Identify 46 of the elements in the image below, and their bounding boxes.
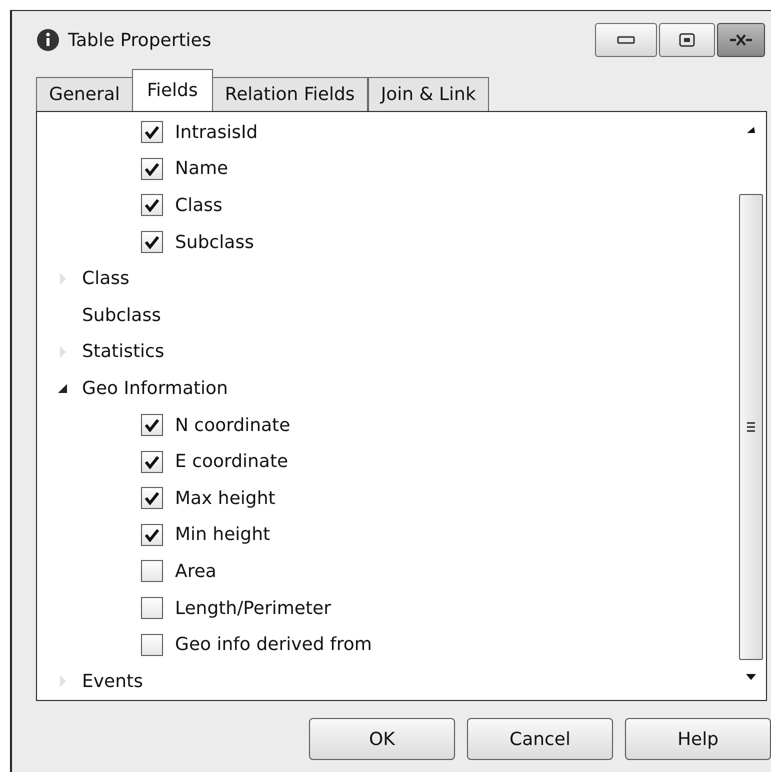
close-button[interactable] <box>717 23 765 57</box>
checkbox[interactable] <box>141 450 163 473</box>
tab[interactable]: Join & Link <box>368 77 489 111</box>
field-label: E coordinate <box>175 450 288 474</box>
checkbox[interactable] <box>141 597 163 620</box>
close-icon <box>730 33 752 47</box>
maximize-button[interactable] <box>659 23 715 57</box>
scroll-up-icon[interactable] <box>746 126 756 134</box>
dialog-button[interactable]: OK <box>309 718 455 760</box>
scroll-down-icon[interactable] <box>746 674 756 680</box>
checkbox[interactable] <box>141 487 163 510</box>
field-label: Subclass <box>175 230 254 255</box>
tab[interactable]: General <box>36 77 133 111</box>
tab[interactable]: Fields <box>132 69 213 111</box>
dialog-button[interactable]: Help <box>625 718 771 760</box>
tree-item[interactable]: Statistics <box>82 338 164 366</box>
checkbox[interactable] <box>141 414 163 436</box>
field-label: Length/Perimeter <box>175 596 331 621</box>
maximize-icon <box>679 33 695 47</box>
field-label: IntrasisId <box>175 120 258 145</box>
checkbox[interactable] <box>141 231 163 254</box>
field-label: Min height <box>175 523 270 548</box>
field-label: Class <box>175 194 222 218</box>
field-label: Max height <box>175 486 276 511</box>
minimize-icon <box>617 36 635 44</box>
window-title: Table Properties <box>68 28 212 52</box>
field-label: Area <box>175 560 216 584</box>
field-label: Geo info derived from <box>175 633 372 658</box>
tree-item[interactable]: Class <box>82 265 130 292</box>
grip-icon <box>747 422 755 432</box>
checkbox[interactable] <box>141 194 163 216</box>
tree-item[interactable]: Subclass <box>82 302 161 329</box>
minimize-button[interactable] <box>595 23 657 57</box>
checkbox[interactable] <box>141 121 163 144</box>
field-label: Name <box>175 157 228 182</box>
checkbox[interactable] <box>141 560 163 582</box>
checkbox[interactable] <box>141 158 163 180</box>
tree-item[interactable]: Geo Information <box>82 374 228 402</box>
tree-item[interactable]: Events <box>82 668 143 695</box>
info-icon <box>36 28 60 52</box>
checkbox[interactable] <box>141 524 163 546</box>
dialog-button[interactable]: Cancel <box>467 718 613 760</box>
field-label: N coordinate <box>175 414 290 438</box>
tab[interactable]: Relation Fields <box>212 77 368 111</box>
checkbox[interactable] <box>141 634 163 656</box>
scrollbar-thumb[interactable] <box>739 194 763 660</box>
